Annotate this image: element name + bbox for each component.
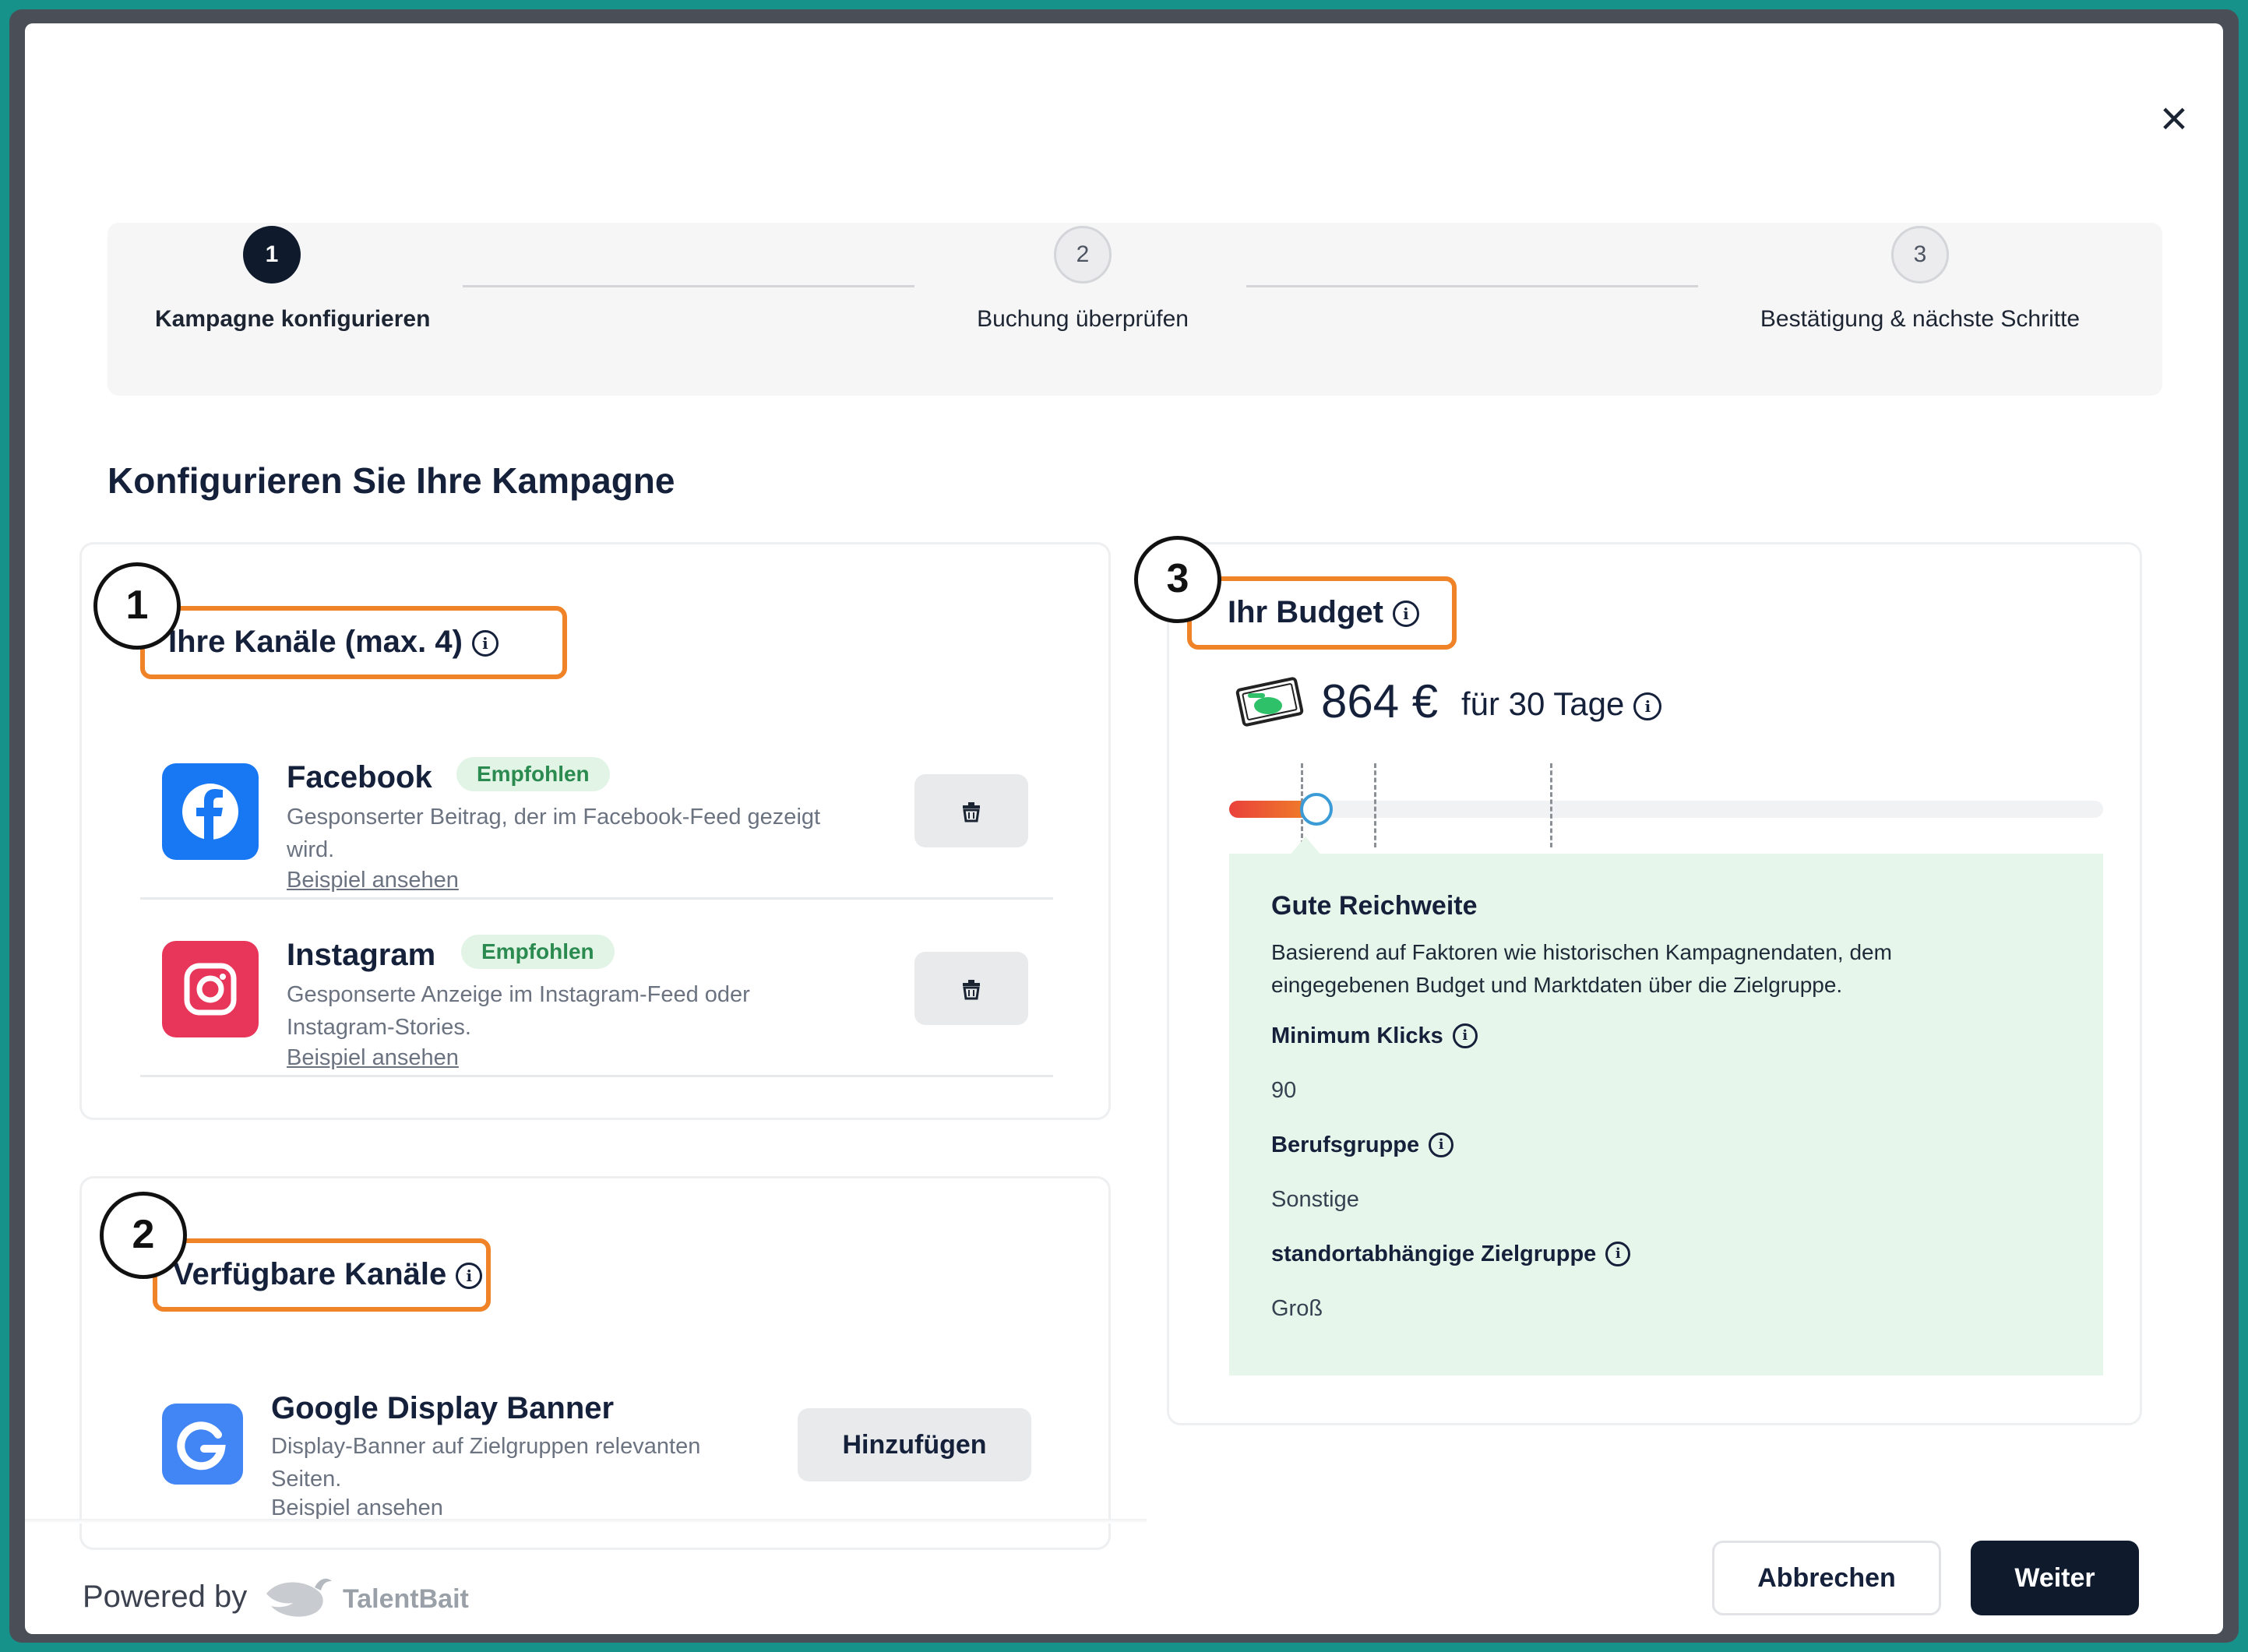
slider-marker [1374,763,1376,847]
channel-name: Facebook [287,760,432,794]
talentbait-logo-icon [263,1570,333,1625]
location-value: Groß [1271,1296,1323,1321]
slider-marker [1550,763,1552,847]
powered-by-label: Powered by [83,1580,248,1614]
channel-description: Gesponserter Beitrag, der im Facebook-Fe… [287,805,821,830]
step-connector [463,285,914,287]
add-channel-button[interactable]: Hinzufügen [798,1408,1031,1481]
step-1-label: Kampagne konfigurieren [155,306,431,332]
reach-pointer [1290,837,1321,855]
step-1-circle[interactable]: 1 [243,226,301,284]
available-channels-card [79,1176,1111,1550]
example-link[interactable]: Beispiel ansehen [271,1495,443,1521]
budget-slider-track[interactable] [1229,801,2103,818]
annotation-number-3: 3 [1134,536,1221,623]
trash-icon [963,980,980,1000]
google-icon [162,1404,243,1485]
info-icon[interactable]: i [1633,692,1662,720]
channel-description: wird. [287,837,335,862]
instagram-icon [162,941,259,1037]
annotation-number-1: 1 [93,562,181,650]
annotation-number-2: 2 [100,1192,187,1279]
budget-duration: für 30 Tage i [1461,685,1662,723]
trash-icon [963,802,980,822]
info-icon[interactable]: i [1429,1132,1454,1157]
channel-description: Gesponserte Anzeige im Instagram-Feed od… [287,982,750,1007]
min-clicks-value: 90 [1271,1078,1297,1103]
reach-description: eingegebenen Budget und Marktdaten über … [1271,973,1843,997]
recommended-badge: Empfohlen [456,757,610,791]
budget-slider-thumb[interactable] [1300,793,1334,826]
selected-channels-heading: Ihre Kanäle (max. 4) i [168,625,499,660]
money-icon [1231,667,1309,737]
info-icon[interactable]: i [1392,601,1419,627]
info-icon[interactable]: i [1452,1023,1478,1048]
info-icon[interactable]: i [456,1263,483,1289]
budget-amount: 864 € [1321,675,1439,727]
example-link[interactable]: Beispiel ansehen [287,1045,459,1071]
footer-divider [25,1519,1147,1523]
divider [140,1075,1053,1077]
channel-name: Instagram [287,938,436,972]
next-button[interactable]: Weiter [1971,1541,2139,1615]
channel-description: Seiten. [271,1467,342,1492]
profession-value: Sonstige [1271,1187,1359,1212]
example-link[interactable]: Beispiel ansehen [287,868,459,893]
campaign-dialog: × 1 Kampagne konfigurieren 2 Buchung übe… [25,23,2223,1634]
channel-name: Google Display Banner [271,1391,615,1425]
budget-heading: Ihr Budget i [1228,595,1419,630]
info-icon[interactable]: i [1605,1242,1631,1266]
available-channels-heading: Verfügbare Kanäle i [173,1257,483,1292]
step-2-label: Buchung überprüfen [977,306,1189,332]
remove-channel-button[interactable] [914,952,1028,1025]
divider [140,897,1053,900]
reach-title: Gute Reichweite [1271,891,1478,921]
reach-panel [1229,854,2103,1375]
step-3-circle[interactable]: 3 [1891,226,1949,284]
remove-channel-button[interactable] [914,774,1028,847]
min-clicks-label: Minimum Klicks i [1271,1023,1478,1049]
location-label: standortabhängige Zielgruppe i [1271,1242,1631,1267]
cancel-button[interactable]: Abbrechen [1712,1541,1941,1615]
channel-description: Instagram-Stories. [287,1015,471,1040]
recommended-badge: Empfohlen [461,935,615,969]
page-title: Konfigurieren Sie Ihre Kampagne [107,460,675,501]
close-icon[interactable]: × [2150,95,2198,143]
step-2-circle[interactable]: 2 [1054,226,1112,284]
step-3-label: Bestätigung & nächste Schritte [1760,306,2081,332]
reach-description: Basierend auf Faktoren wie historischen … [1271,940,1892,964]
profession-label: Berufsgruppe i [1271,1132,1454,1158]
talentbait-brand: TalentBait [343,1584,469,1614]
step-connector [1246,285,1698,287]
channel-description: Display-Banner auf Zielgruppen relevante… [271,1434,701,1459]
facebook-icon [162,763,259,860]
info-icon[interactable]: i [471,630,499,657]
